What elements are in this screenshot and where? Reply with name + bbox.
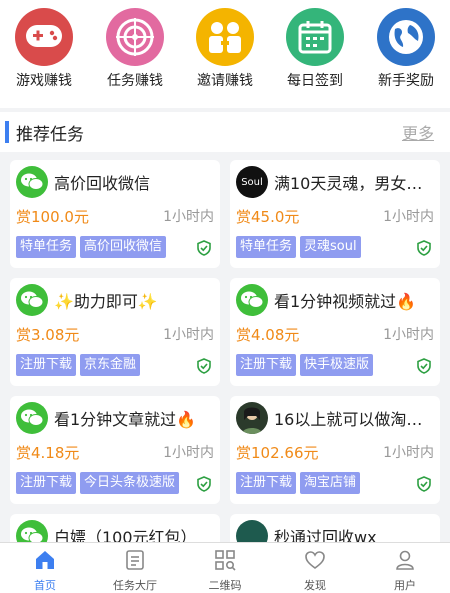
task-reward: 赏102.66元 bbox=[236, 444, 319, 462]
shortcut-invite[interactable]: 邀请赚钱 bbox=[185, 8, 265, 90]
task-reward: 赏3.08元 bbox=[16, 326, 80, 344]
tab-label: 二维码 bbox=[208, 579, 242, 592]
task-tag: 特单任务 bbox=[236, 236, 297, 258]
task-tag: 注册下载 bbox=[236, 472, 297, 494]
task-reward: 赏4.18元 bbox=[16, 444, 80, 462]
task-card[interactable]: ✨助力即可✨ 赏3.08元 1小时内 注册下载 京东金融 bbox=[10, 278, 220, 386]
task-title: 高价回收微信 bbox=[54, 174, 151, 193]
task-tag: 快手极速版 bbox=[300, 354, 374, 376]
task-tags: 注册下载 京东金融 bbox=[16, 354, 141, 376]
tab-task-hall[interactable]: 任务大厅 bbox=[90, 543, 180, 593]
target-icon bbox=[106, 8, 164, 66]
shortcut-label: 每日签到 bbox=[287, 73, 343, 89]
tab-label: 首页 bbox=[34, 579, 56, 592]
globe-icon bbox=[377, 8, 435, 66]
task-tags: 注册下载 淘宝店铺 bbox=[236, 472, 361, 494]
task-time: 1小时内 bbox=[163, 209, 214, 225]
task-tag: 注册下载 bbox=[16, 354, 77, 376]
task-tag: 注册下载 bbox=[16, 472, 77, 494]
task-reward: 赏45.0元 bbox=[236, 208, 300, 226]
shield-check-icon bbox=[417, 240, 431, 256]
task-card[interactable]: 看1分钟文章就过🔥 赏4.18元 1小时内 注册下载 今日头条极速版 bbox=[10, 396, 220, 504]
task-tag: 淘宝店铺 bbox=[300, 472, 361, 494]
task-time: 1小时内 bbox=[383, 209, 434, 225]
shortcut-task[interactable]: 任务赚钱 bbox=[95, 8, 175, 90]
task-title: 满10天灵魂，男女… bbox=[274, 174, 423, 193]
wechat-avatar bbox=[16, 284, 48, 316]
accent-bar bbox=[5, 121, 9, 143]
section-title: 推荐任务 bbox=[16, 125, 84, 145]
shortcut-bar: 游戏赚钱 任务赚钱 邀请赚钱 每日签到 新手奖励 bbox=[0, 0, 450, 108]
tab-discover[interactable]: 发现 bbox=[270, 543, 360, 593]
shield-check-icon bbox=[197, 358, 211, 374]
task-card[interactable]: 看1分钟视频就过🔥 赏4.08元 1小时内 注册下载 快手极速版 bbox=[230, 278, 440, 386]
shield-check-icon bbox=[417, 358, 431, 374]
shortcut-label: 邀请赚钱 bbox=[197, 73, 253, 89]
tab-user[interactable]: 用户 bbox=[360, 543, 450, 593]
task-tag: 今日头条极速版 bbox=[80, 472, 180, 494]
bottom-tab-bar: 首页 任务大厅 二维码 发现 用户 bbox=[0, 542, 450, 593]
task-list-icon bbox=[126, 550, 144, 570]
task-reward: 赏4.08元 bbox=[236, 326, 300, 344]
task-tag: 京东金融 bbox=[80, 354, 141, 376]
calendar-icon bbox=[286, 8, 344, 66]
wechat-avatar bbox=[16, 402, 48, 434]
task-tags: 注册下载 快手极速版 bbox=[236, 354, 374, 376]
task-time: 1小时内 bbox=[383, 445, 434, 461]
task-tag: 特单任务 bbox=[16, 236, 77, 258]
task-tag: 注册下载 bbox=[236, 354, 297, 376]
shield-check-icon bbox=[197, 476, 211, 492]
task-time: 1小时内 bbox=[383, 327, 434, 343]
task-title: 看1分钟视频就过🔥 bbox=[274, 292, 417, 311]
wechat-avatar bbox=[16, 166, 48, 198]
tab-label: 用户 bbox=[394, 579, 416, 592]
shortcut-game[interactable]: 游戏赚钱 bbox=[4, 8, 84, 90]
task-time: 1小时内 bbox=[163, 445, 214, 461]
task-tags: 特单任务 高价回收微信 bbox=[16, 236, 167, 258]
person-avatar bbox=[236, 402, 268, 434]
shortcut-newbie[interactable]: 新手奖励 bbox=[366, 8, 446, 90]
task-tags: 注册下载 今日头条极速版 bbox=[16, 472, 180, 494]
user-icon bbox=[396, 550, 414, 570]
recommended-section-header: 推荐任务 更多 bbox=[0, 112, 450, 152]
tab-label: 任务大厅 bbox=[113, 579, 157, 592]
task-title: 看1分钟文章就过🔥 bbox=[54, 410, 197, 429]
tab-home[interactable]: 首页 bbox=[0, 543, 90, 593]
task-card[interactable]: 16以上就可以做淘… 赏102.66元 1小时内 注册下载 淘宝店铺 bbox=[230, 396, 440, 504]
heart-icon bbox=[305, 551, 325, 569]
tab-qrcode[interactable]: 二维码 bbox=[180, 543, 270, 593]
invite-people-icon bbox=[196, 8, 254, 66]
task-reward: 赏100.0元 bbox=[16, 208, 89, 226]
tab-label: 发现 bbox=[304, 579, 326, 592]
shortcut-label: 任务赚钱 bbox=[107, 73, 163, 89]
task-tags: 特单任务 灵魂soul bbox=[236, 236, 361, 258]
soul-avatar: Soul bbox=[236, 166, 268, 198]
gamepad-icon bbox=[15, 8, 73, 66]
wechat-avatar bbox=[236, 284, 268, 316]
task-title: 16以上就可以做淘… bbox=[274, 410, 423, 429]
more-link[interactable]: 更多 bbox=[402, 120, 434, 144]
task-card[interactable]: Soul 满10天灵魂，男女… 赏45.0元 1小时内 特单任务 灵魂soul bbox=[230, 160, 440, 268]
task-tag: 灵魂soul bbox=[300, 236, 361, 258]
shortcut-label: 游戏赚钱 bbox=[16, 73, 72, 89]
task-time: 1小时内 bbox=[163, 327, 214, 343]
shield-check-icon bbox=[197, 240, 211, 256]
task-tag: 高价回收微信 bbox=[80, 236, 167, 258]
qrcode-icon bbox=[215, 550, 236, 571]
shield-check-icon bbox=[417, 476, 431, 492]
task-title: ✨助力即可✨ bbox=[54, 292, 158, 311]
shortcut-checkin[interactable]: 每日签到 bbox=[275, 8, 355, 90]
shortcut-label: 新手奖励 bbox=[378, 73, 434, 89]
home-icon bbox=[36, 551, 54, 569]
task-card[interactable]: 高价回收微信 赏100.0元 1小时内 特单任务 高价回收微信 bbox=[10, 160, 220, 268]
